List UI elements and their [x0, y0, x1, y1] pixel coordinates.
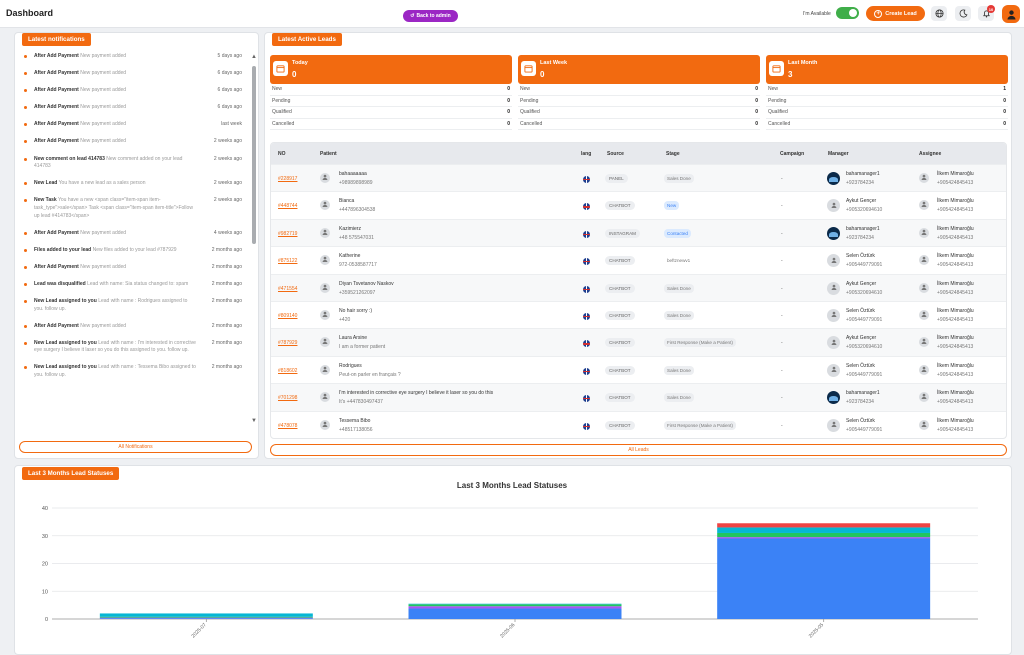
bar-segment: [717, 537, 931, 539]
y-tick-label: 40: [42, 506, 48, 512]
bar-segment: [408, 604, 622, 607]
bar-segment: [99, 616, 313, 618]
x-tick-label: 2025-07: [191, 622, 208, 639]
x-tick-label: 2025-05: [808, 622, 825, 639]
bar-segment: [408, 606, 622, 609]
y-tick-label: 0: [45, 617, 48, 623]
bar-segment: [717, 523, 931, 528]
y-tick-label: 30: [42, 534, 48, 540]
bar-segment: [717, 532, 931, 538]
y-tick-label: 10: [42, 589, 48, 595]
bar-segment: [408, 608, 622, 619]
bar-segment: [717, 527, 931, 533]
bar-segment: [99, 618, 313, 619]
y-tick-label: 20: [42, 562, 48, 568]
x-tick-label: 2025-06: [499, 622, 516, 639]
bar-segment: [99, 613, 313, 617]
bar-segment: [408, 603, 622, 605]
bar-segment: [99, 617, 313, 619]
bar-segment: [717, 538, 931, 619]
statuses-chart: 0 10 20 30 40 2025-07 2025-06 2025-05: [42, 506, 978, 639]
